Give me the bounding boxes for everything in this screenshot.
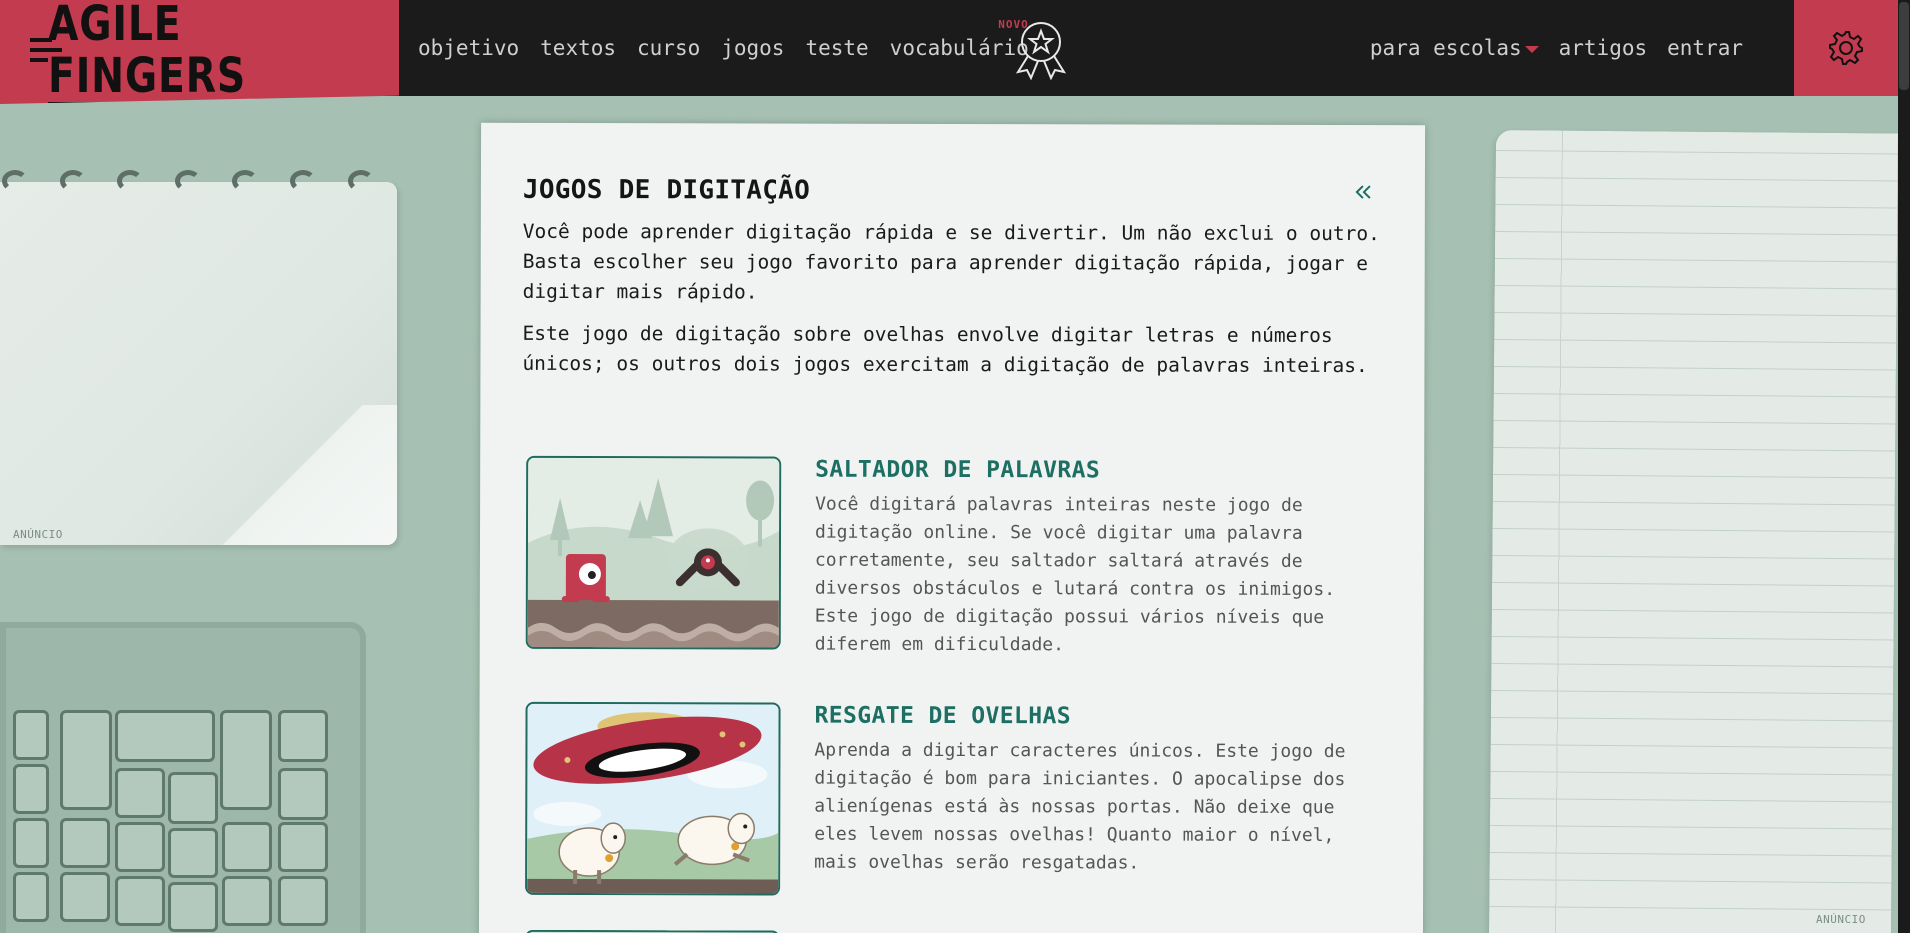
notepad-spiral-binding xyxy=(0,170,397,200)
game-description-saltador: Você digitará palavras inteiras neste jo… xyxy=(814,493,1336,656)
nav-link-para-escolas[interactable]: para escolas xyxy=(1370,36,1539,60)
ad-label-right: ANÚNCIO xyxy=(1816,913,1866,926)
game-description-ovelhas: Aprenda a digitar caracteres únicos. Est… xyxy=(814,739,1346,874)
nav-link-objetivo[interactable]: objetivo xyxy=(418,36,519,60)
nav-link-vocabulario-label: vocabulário xyxy=(889,36,1029,60)
nav-link-artigos[interactable]: artigos xyxy=(1559,36,1648,60)
game-title-ovelhas[interactable]: RESGATE DE OVELHAS xyxy=(815,703,1072,730)
nav-link-para-escolas-label: para escolas xyxy=(1369,36,1522,60)
nav-link-vocabulario[interactable]: vocabulário NOVO xyxy=(889,18,1029,60)
page-title: JOGOS DE DIGITAÇÃO xyxy=(522,174,811,206)
game-thumbnail-ovelhas[interactable] xyxy=(525,701,781,896)
page-scrollbar[interactable] xyxy=(1898,0,1910,933)
ovelhas-illustration xyxy=(527,703,781,896)
nav-link-entrar[interactable]: entrar xyxy=(1667,36,1743,60)
saltador-illustration xyxy=(527,457,782,650)
settings-button[interactable] xyxy=(1794,0,1898,96)
ad-label-left: ANÚNCIO xyxy=(13,528,63,541)
scrollbar-thumb[interactable] xyxy=(1899,2,1909,90)
game-card-saltador: SALTADOR DE PALAVRAS Você digitará palav… xyxy=(525,455,1387,655)
secondary-nav: para escolas artigos entrar xyxy=(1370,0,1743,96)
brand-logo[interactable]: AGILE FINGERS xyxy=(0,0,399,104)
nav-link-curso[interactable]: curso xyxy=(637,36,700,60)
intro-paragraph-1: Você pode aprender digitação rápida e se… xyxy=(522,219,1380,304)
main-content-card: JOGOS DE DIGITAÇÃO Você pode aprender di… xyxy=(478,122,1426,933)
intro-paragraph-2: Este jogo de digitação sobre ovelhas env… xyxy=(522,321,1368,378)
ad-left-notepad[interactable]: ANÚNCIO xyxy=(0,182,397,545)
ad-right-notebook[interactable] xyxy=(1488,130,1898,933)
game-card-ovelhas: RESGATE DE OVELHAS Aprenda a digitar car… xyxy=(525,701,1386,898)
gear-icon xyxy=(1829,31,1863,65)
caret-down-icon xyxy=(1524,45,1539,53)
logo-text: AGILE FINGERS xyxy=(48,0,336,104)
keyboard-decoration xyxy=(0,622,366,933)
nav-link-textos[interactable]: textos xyxy=(540,36,616,60)
award-medal-icon[interactable] xyxy=(1010,20,1072,80)
nav-link-jogos[interactable]: jogos xyxy=(721,36,784,60)
main-nav: objetivo textos curso jogos teste vocabu… xyxy=(418,0,1029,96)
double-chevron-left-icon[interactable] xyxy=(1353,181,1375,203)
nav-link-teste[interactable]: teste xyxy=(805,36,868,60)
game-thumbnail-saltador[interactable] xyxy=(525,455,782,650)
game-title-saltador[interactable]: SALTADOR DE PALAVRAS xyxy=(815,457,1100,484)
notepad-page-fold xyxy=(217,405,397,545)
